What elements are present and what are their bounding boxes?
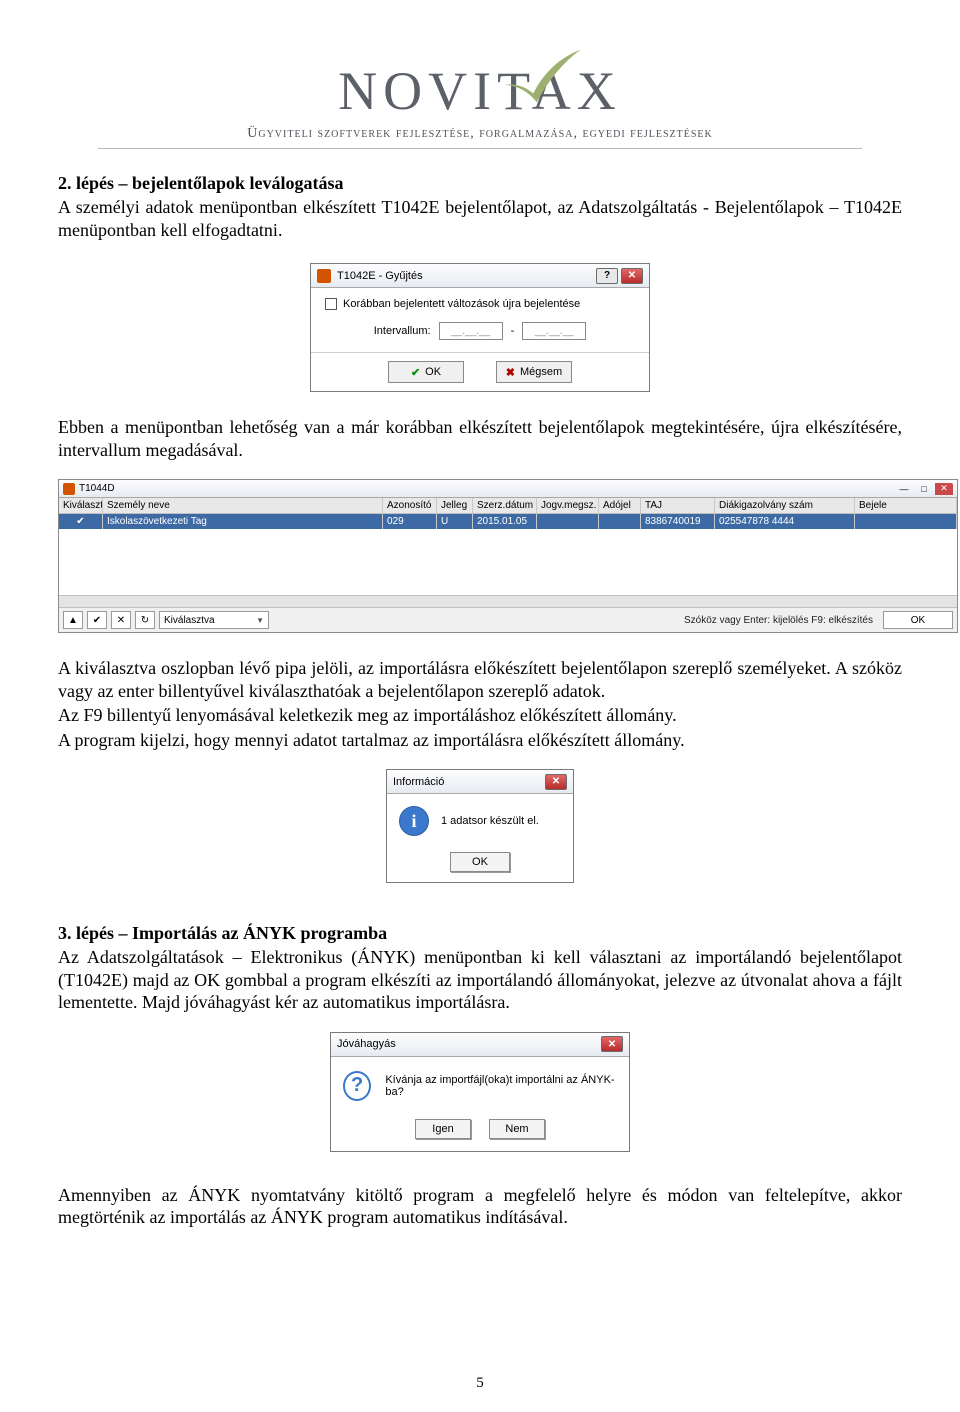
col-jogv-megsz[interactable]: Jogv.megsz. (537, 498, 599, 513)
interval-to-input[interactable]: __.__.__ (522, 322, 586, 340)
close-button[interactable]: ✕ (621, 268, 643, 284)
table-empty-area (59, 529, 957, 595)
col-azonosito[interactable]: Azonosító (383, 498, 437, 513)
dialog-t1042e-gyujtes: T1042E - Gyűjtés ? ✕ Korábban bejelentet… (310, 263, 650, 392)
brand-tagline: Ügyviteli szoftverek fejlesztése, forgal… (58, 126, 902, 142)
app-icon (317, 269, 331, 283)
ok-button[interactable]: ✔ OK (388, 361, 464, 383)
window-footer: ▲ ✔ ✕ ↻ Kiválasztva ▼ Szóköz vagy Enter:… (59, 607, 957, 632)
close-button[interactable]: ✕ (935, 483, 953, 495)
interval-from-input[interactable]: __.__.__ (439, 322, 503, 340)
step3-heading: 3. lépés – Importálás az ÁNYK programba (58, 923, 902, 944)
info-icon: i (399, 806, 429, 836)
reject-button[interactable]: ✕ (111, 611, 131, 629)
footer-hint: Szóköz vagy Enter: kijelölés F9: elkészí… (678, 615, 879, 626)
col-kivalasztva[interactable]: Kiválasztva (59, 498, 103, 513)
question-icon: ? (343, 1071, 371, 1101)
page-number: 5 (0, 1375, 960, 1392)
step2-heading: 2. lépés – bejelentőlapok leválogatása (58, 173, 902, 194)
close-button[interactable]: ✕ (601, 1036, 623, 1052)
check-icon: ✔ (411, 366, 420, 379)
step2-paragraph-5: A program kijelzi, hogy mennyi adatot ta… (58, 729, 902, 752)
confirm-message: Kívánja az importfájl(oka)t importálni a… (385, 1074, 617, 1098)
dialog-titlebar: Információ ✕ (387, 770, 573, 794)
up-arrow-button[interactable]: ▲ (63, 611, 83, 629)
col-jelleg[interactable]: Jelleg (437, 498, 473, 513)
horizontal-scrollbar[interactable] (59, 595, 957, 607)
chevron-down-icon: ▼ (256, 616, 264, 625)
closing-paragraph: Amennyiben az ÁNYK nyomtatvány kitöltő p… (58, 1184, 902, 1229)
step2-paragraph-4: Az F9 billentyű lenyomásával keletkezik … (58, 704, 902, 727)
dialog-titlebar: T1042E - Gyűjtés ? ✕ (311, 264, 649, 288)
checkbox-korabban-bejelentett[interactable] (325, 298, 337, 310)
dialog-jovahagyas: Jóváhagyás ✕ ? Kívánja az importfájl(oka… (330, 1032, 630, 1152)
window-t1044d: T1044D — □ ✕ Kiválasztva Személy neve Az… (58, 479, 958, 633)
window-title-text: T1044D (79, 483, 115, 494)
table-header-row: Kiválasztva Személy neve Azonosító Jelle… (59, 498, 957, 514)
col-szerz-datum[interactable]: Szerz.dátum (473, 498, 537, 513)
dialog-title-text: T1042E - Gyűjtés (337, 270, 423, 282)
cancel-button[interactable]: ✖ Mégsem (496, 361, 572, 383)
no-button[interactable]: Nem (489, 1119, 545, 1139)
dialog-informacio: Információ ✕ i 1 adatsor készült el. OK (386, 769, 574, 883)
minimize-button[interactable]: — (895, 483, 913, 495)
step2-paragraph-2: Ebben a menüpontban lehetőség van a már … (58, 416, 902, 461)
yes-button[interactable]: Igen (415, 1119, 471, 1139)
info-message: 1 adatsor készült el. (441, 815, 539, 827)
dialog-title-text: Információ (393, 776, 444, 788)
refresh-button[interactable]: ↻ (135, 611, 155, 629)
col-adojel[interactable]: Adójel (599, 498, 641, 513)
close-icon: ✖ (506, 366, 515, 379)
page-header: NOVITAX Ügyviteli szoftverek fejlesztése… (58, 60, 902, 149)
checkmark-icon: ✔ (76, 516, 84, 527)
ok-button[interactable]: OK (883, 611, 953, 629)
app-icon (63, 483, 75, 495)
checkbox-label: Korábban bejelentett változások újra bej… (343, 298, 580, 310)
accept-button[interactable]: ✔ (87, 611, 107, 629)
step2-paragraph-1: A személyi adatok menüpontban elkészítet… (58, 196, 902, 241)
window-titlebar: T1044D — □ ✕ (59, 480, 957, 498)
maximize-button[interactable]: □ (915, 483, 933, 495)
check-swoosh-icon (498, 44, 586, 106)
brand-logo: NOVITAX (338, 60, 622, 122)
header-divider (98, 148, 862, 149)
ok-button[interactable]: OK (450, 852, 510, 872)
table-row[interactable]: ✔ Iskolaszövetkezeti Tag 029 U 2015.01.0… (59, 514, 957, 529)
col-szemely-neve[interactable]: Személy neve (103, 498, 383, 513)
dialog-titlebar: Jóváhagyás ✕ (331, 1033, 629, 1057)
dialog-title-text: Jóváhagyás (337, 1038, 396, 1050)
close-button[interactable]: ✕ (545, 774, 567, 790)
col-bejele[interactable]: Bejele (855, 498, 957, 513)
col-taj[interactable]: TAJ (641, 498, 715, 513)
step2-paragraph-3: A kiválasztva oszlopban lévő pipa jelöli… (58, 657, 902, 702)
help-button[interactable]: ? (596, 268, 618, 284)
col-diakigazolvany[interactable]: Diákigazolvány szám (715, 498, 855, 513)
filter-select[interactable]: Kiválasztva ▼ (159, 611, 269, 629)
step3-paragraph-1: Az Adatszolgáltatások – Elektronikus (ÁN… (58, 946, 902, 1014)
interval-label: Intervallum: (374, 325, 431, 337)
